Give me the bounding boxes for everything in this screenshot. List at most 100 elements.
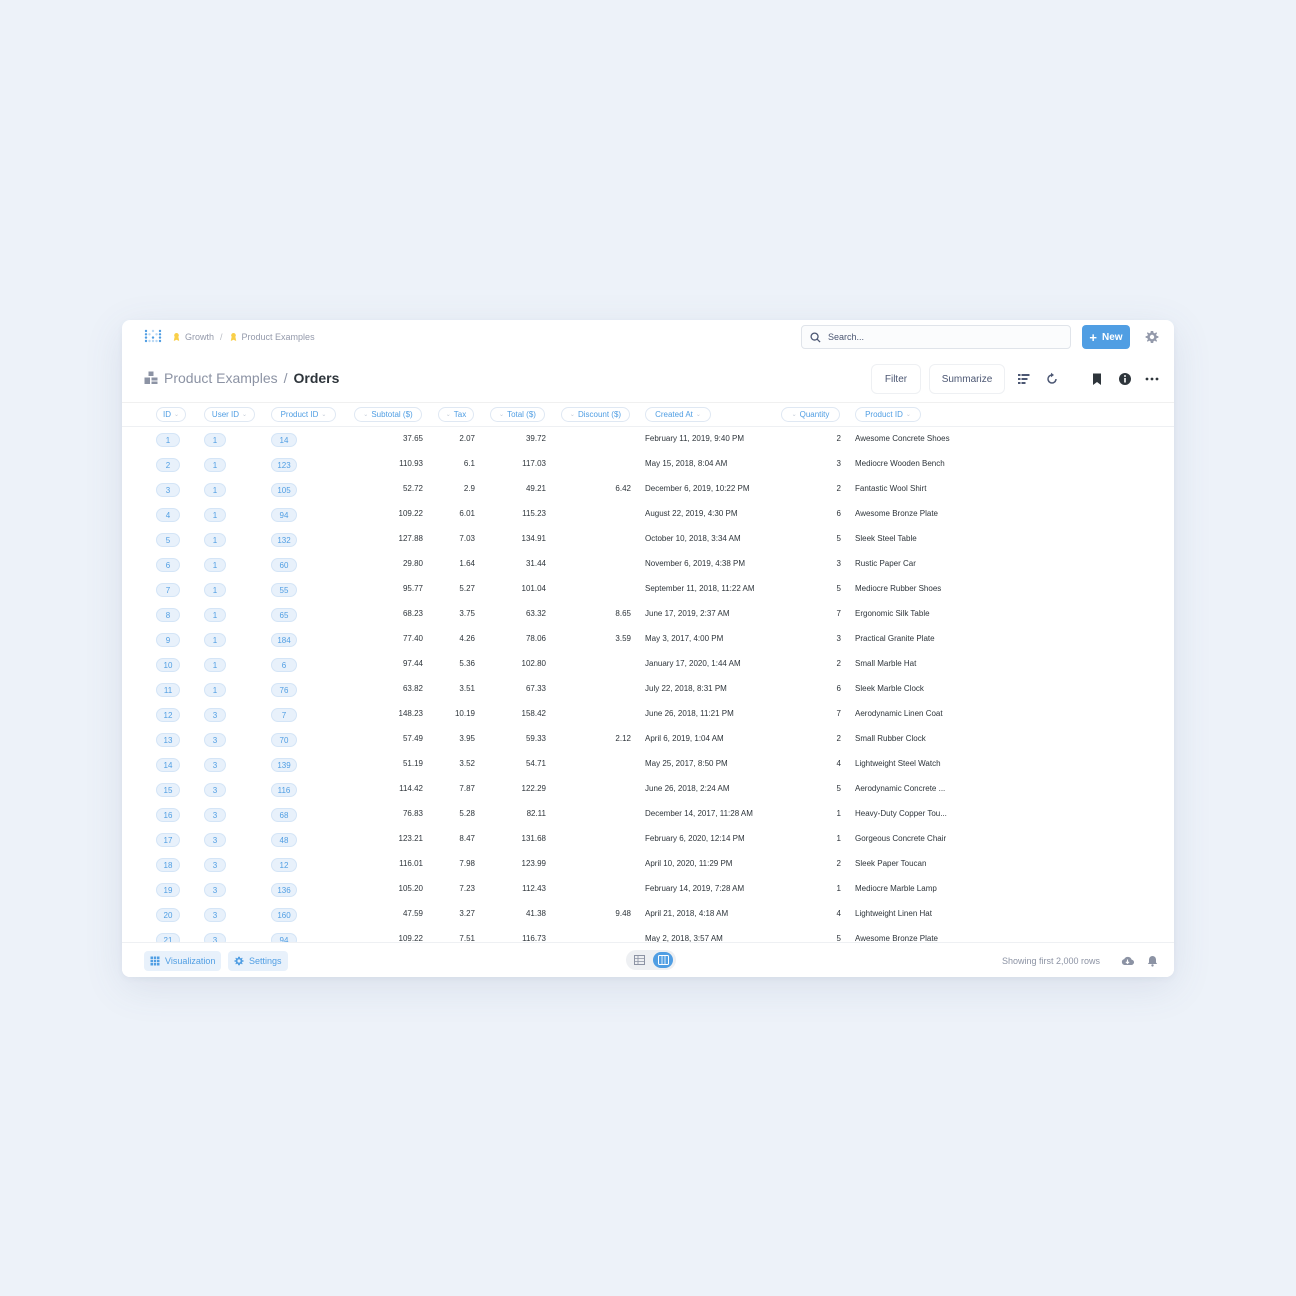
id-link[interactable]: 132 bbox=[271, 533, 297, 547]
id-link[interactable]: 3 bbox=[204, 783, 226, 797]
id-link[interactable]: 1 bbox=[204, 533, 226, 547]
id-link[interactable]: 2 bbox=[156, 458, 180, 472]
id-link[interactable]: 1 bbox=[204, 458, 226, 472]
id-link[interactable]: 9 bbox=[156, 633, 180, 647]
id-link[interactable]: 60 bbox=[271, 558, 297, 572]
id-link[interactable]: 70 bbox=[271, 733, 297, 747]
id-link[interactable]: 8 bbox=[156, 608, 180, 622]
id-link[interactable]: 6 bbox=[271, 658, 297, 672]
id-link[interactable]: 1 bbox=[204, 583, 226, 597]
table-row[interactable]: 21 3 94 109.22 7.51 116.73 May 2, 2018, 3:57 A… bbox=[122, 928, 1174, 942]
search-input[interactable]: Search... bbox=[801, 325, 1071, 349]
id-link[interactable]: 116 bbox=[271, 783, 297, 797]
id-link[interactable]: 1 bbox=[156, 433, 180, 447]
id-link[interactable]: 7 bbox=[271, 708, 297, 722]
id-link[interactable]: 17 bbox=[156, 833, 180, 847]
refresh-icon[interactable] bbox=[1045, 372, 1059, 386]
id-link[interactable]: 1 bbox=[204, 683, 226, 697]
id-link[interactable]: 16 bbox=[156, 808, 180, 822]
new-button[interactable]: + New bbox=[1082, 325, 1130, 349]
chart-view-option[interactable] bbox=[653, 952, 673, 968]
id-link[interactable]: 14 bbox=[271, 433, 297, 447]
table-row[interactable]: 20 3 160 47.59 3.27 41.38 9.48 April 21, 2018, … bbox=[122, 903, 1174, 928]
id-link[interactable]: 3 bbox=[204, 808, 226, 822]
id-link[interactable]: 68 bbox=[271, 808, 297, 822]
table-row[interactable]: 19 3 136 105.20 7.23 112.43 February 14, 2019,… bbox=[122, 878, 1174, 903]
more-icon[interactable] bbox=[1145, 372, 1159, 386]
id-link[interactable]: 94 bbox=[271, 933, 297, 942]
id-link[interactable]: 160 bbox=[271, 908, 297, 922]
id-link[interactable]: 12 bbox=[271, 858, 297, 872]
id-link[interactable]: 55 bbox=[271, 583, 297, 597]
metabase-logo-icon[interactable] bbox=[144, 329, 162, 343]
table-row[interactable]: 6 1 60 29.80 1.64 31.44 November 6, 2019, 4:38… bbox=[122, 553, 1174, 578]
id-link[interactable]: 15 bbox=[156, 783, 180, 797]
column-header[interactable]: ⌄ Total ($) bbox=[490, 407, 545, 422]
table-row[interactable]: 12 3 7 148.23 10.19 158.42 June 26, 2018, 11:2… bbox=[122, 703, 1174, 728]
id-link[interactable]: 1 bbox=[204, 508, 226, 522]
filter-button[interactable]: Filter bbox=[871, 364, 921, 394]
table-row[interactable]: 11 1 76 63.82 3.51 67.33 July 22, 2018, 8:31 P… bbox=[122, 678, 1174, 703]
table-row[interactable]: 16 3 68 76.83 5.28 82.11 December 14, 2017, 11… bbox=[122, 803, 1174, 828]
id-link[interactable]: 5 bbox=[156, 533, 180, 547]
id-link[interactable]: 3 bbox=[204, 758, 226, 772]
gear-icon[interactable] bbox=[1145, 330, 1159, 344]
column-header[interactable]: Created At ⌄ bbox=[645, 407, 711, 422]
info-icon[interactable] bbox=[1118, 372, 1132, 386]
table-row[interactable]: 8 1 65 68.23 3.75 63.32 8.65 June 17, 2019, 2:3… bbox=[122, 603, 1174, 628]
id-link[interactable]: 3 bbox=[204, 858, 226, 872]
breadcrumb-product-examples[interactable]: Product Examples bbox=[242, 332, 315, 342]
table-row[interactable]: 4 1 94 109.22 6.01 115.23 August 22, 2019, 4:3… bbox=[122, 503, 1174, 528]
breadcrumb-growth[interactable]: Growth bbox=[185, 332, 214, 342]
summarize-button[interactable]: Summarize bbox=[929, 364, 1005, 394]
id-link[interactable]: 20 bbox=[156, 908, 180, 922]
id-link[interactable]: 1 bbox=[204, 658, 226, 672]
id-link[interactable]: 48 bbox=[271, 833, 297, 847]
id-link[interactable]: 1 bbox=[204, 558, 226, 572]
table-row[interactable]: 17 3 48 123.21 8.47 131.68 February 6, 2020, 1… bbox=[122, 828, 1174, 853]
id-link[interactable]: 3 bbox=[204, 733, 226, 747]
table-row[interactable]: 10 1 6 97.44 5.36 102.80 January 17, 2020, 1:4… bbox=[122, 653, 1174, 678]
id-link[interactable]: 3 bbox=[204, 933, 226, 942]
column-header[interactable]: ⌄ Tax bbox=[438, 407, 474, 422]
id-link[interactable]: 11 bbox=[156, 683, 180, 697]
view-toggle[interactable] bbox=[626, 950, 676, 970]
column-header[interactable]: ⌄ Discount ($) bbox=[561, 407, 630, 422]
visualization-button[interactable]: Visualization bbox=[144, 951, 222, 971]
id-link[interactable]: 19 bbox=[156, 883, 180, 897]
id-link[interactable]: 136 bbox=[271, 883, 297, 897]
id-link[interactable]: 1 bbox=[204, 483, 226, 497]
column-header[interactable]: ⌄ Subtotal ($) bbox=[354, 407, 422, 422]
table-row[interactable]: 7 1 55 95.77 5.27 101.04 September 11, 2018, 1… bbox=[122, 578, 1174, 603]
id-link[interactable]: 1 bbox=[204, 633, 226, 647]
table-row[interactable]: 2 1 123 110.93 6.1 117.03 May 15, 2018, 8:04 A… bbox=[122, 453, 1174, 478]
table-row[interactable]: 5 1 132 127.88 7.03 134.91 October 10, 2018, 3… bbox=[122, 528, 1174, 553]
id-link[interactable]: 21 bbox=[156, 933, 180, 942]
id-link[interactable]: 3 bbox=[156, 483, 180, 497]
id-link[interactable]: 65 bbox=[271, 608, 297, 622]
id-link[interactable]: 3 bbox=[204, 708, 226, 722]
column-header[interactable]: Product ID ⌄ bbox=[271, 407, 336, 422]
bookmark-icon[interactable] bbox=[1090, 372, 1104, 386]
notebook-icon[interactable] bbox=[1017, 372, 1031, 386]
id-link[interactable]: 3 bbox=[204, 908, 226, 922]
id-link[interactable]: 184 bbox=[271, 633, 297, 647]
id-link[interactable]: 13 bbox=[156, 733, 180, 747]
id-link[interactable]: 105 bbox=[271, 483, 297, 497]
id-link[interactable]: 76 bbox=[271, 683, 297, 697]
bell-icon[interactable] bbox=[1146, 955, 1159, 967]
table-row[interactable]: 13 3 70 57.49 3.95 59.33 2.12 April 6, 2019, 1:… bbox=[122, 728, 1174, 753]
column-header[interactable]: ⌄ Quantity bbox=[781, 407, 840, 422]
id-link[interactable]: 1 bbox=[204, 608, 226, 622]
title-parent[interactable]: Product Examples bbox=[164, 370, 278, 386]
column-header[interactable]: User ID ⌄ bbox=[204, 407, 255, 422]
table-row[interactable]: 14 3 139 51.19 3.52 54.71 May 25, 2017, 8:50 P… bbox=[122, 753, 1174, 778]
id-link[interactable]: 14 bbox=[156, 758, 180, 772]
id-link[interactable]: 18 bbox=[156, 858, 180, 872]
id-link[interactable]: 3 bbox=[204, 883, 226, 897]
table-row[interactable]: 1 1 14 37.65 2.07 39.72 February 11, 2019, 9:4… bbox=[122, 428, 1174, 453]
table-view-option[interactable] bbox=[629, 952, 649, 968]
column-header[interactable]: ID ⌄ bbox=[156, 407, 186, 422]
id-link[interactable]: 7 bbox=[156, 583, 180, 597]
table-row[interactable]: 18 3 12 116.01 7.98 123.99 April 10, 2020, 11:… bbox=[122, 853, 1174, 878]
